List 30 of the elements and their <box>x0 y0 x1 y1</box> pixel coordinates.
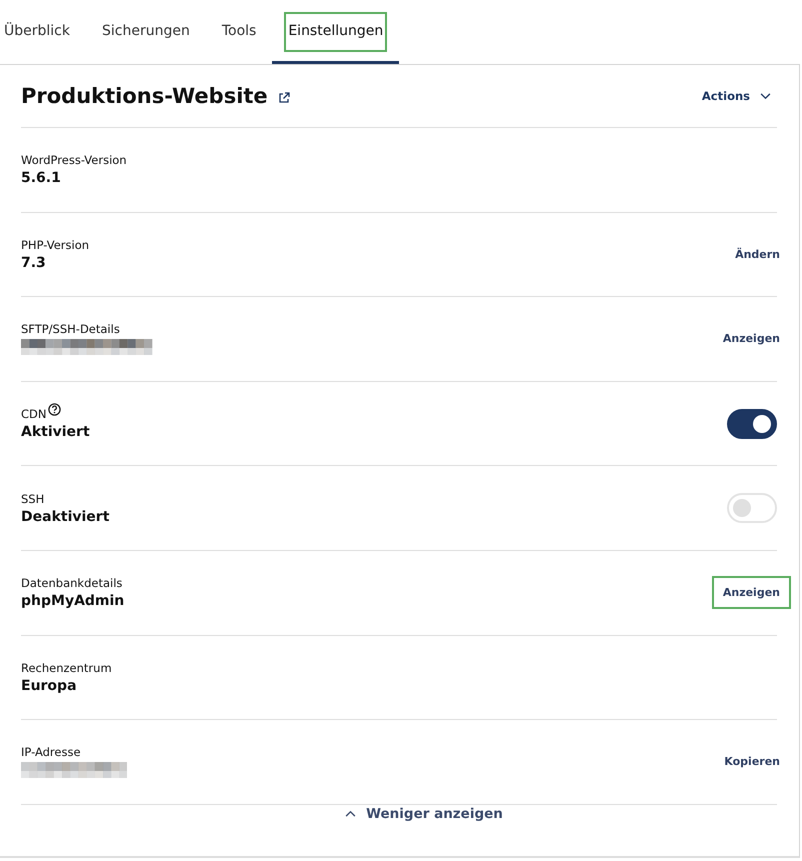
action-link[interactable]: Anzeigen <box>714 578 789 608</box>
setting-label: IP-Adresse <box>21 745 81 760</box>
site-title: Produktions-Website <box>21 84 268 108</box>
action-link[interactable]: Anzeigen <box>714 324 789 354</box>
show-less-link[interactable]: Weniger anzeigen <box>339 804 509 823</box>
tab[interactable]: Tools <box>206 0 272 64</box>
setting-value: 7.3 <box>21 254 47 271</box>
setting-value: Europa <box>21 678 78 694</box>
setting-label: Datenbankdetails <box>21 576 122 590</box>
setting-value: 5.6.1 <box>21 170 62 186</box>
chevron-up-icon <box>345 810 356 818</box>
setting-label: SSH <box>21 492 44 506</box>
setting-value: Deaktiviert <box>21 508 110 525</box>
setting-label: CDN <box>21 407 46 422</box>
actions-dropdown[interactable]: Actions <box>702 89 777 103</box>
action-link[interactable]: Ändern <box>726 240 789 269</box>
toggle-switch[interactable] <box>727 408 777 439</box>
tab[interactable]: Überblick <box>0 0 86 64</box>
setting-label: PHP-Version <box>21 238 90 252</box>
chevron-down-icon <box>760 92 771 100</box>
action-link[interactable]: Kopieren <box>715 747 789 776</box>
help-icon[interactable] <box>48 403 60 416</box>
setting-value: phpMyAdmin <box>21 593 124 610</box>
tab[interactable]: Sicherungen <box>86 0 206 64</box>
tab[interactable]: Einstellungen <box>272 0 400 64</box>
setting-label: SFTP/SSH-Details <box>21 322 120 336</box>
setting-value: Aktiviert <box>21 424 90 440</box>
setting-label: WordPress-Version <box>21 153 127 168</box>
setting-label: Rechenzentrum <box>21 660 112 675</box>
external-link-icon[interactable] <box>278 92 290 104</box>
